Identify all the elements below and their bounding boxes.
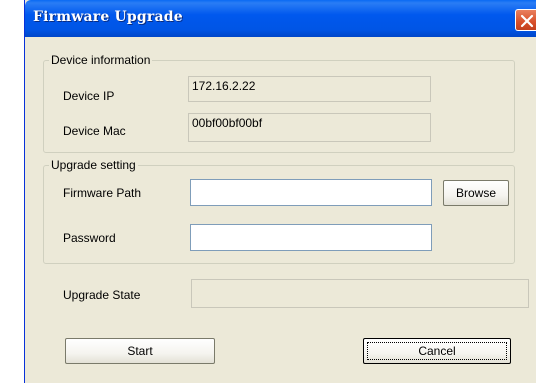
title-bar[interactable]: Firmware Upgrade <box>25 0 536 37</box>
firmware-path-input[interactable] <box>190 179 432 206</box>
device-ip-field: 172.16.2.22 <box>188 76 431 102</box>
start-button[interactable]: Start <box>65 338 215 364</box>
password-input[interactable] <box>190 224 432 251</box>
device-ip-label: Device IP <box>63 89 115 103</box>
close-button[interactable] <box>515 9 536 31</box>
browse-button[interactable]: Browse <box>443 180 509 206</box>
firmware-upgrade-dialog: Firmware Upgrade Device information Devi… <box>24 0 536 383</box>
cancel-button-label: Cancel <box>418 344 456 358</box>
upgrade-state-label: Upgrade State <box>63 288 141 302</box>
upgrade-state-field <box>191 279 529 308</box>
close-icon <box>520 14 534 28</box>
cancel-button[interactable]: Cancel <box>363 338 511 364</box>
device-mac-label: Device Mac <box>63 124 126 138</box>
start-button-label: Start <box>127 344 153 358</box>
device-information-group-title: Device information <box>49 53 153 67</box>
browse-button-label: Browse <box>455 186 496 200</box>
window-title: Firmware Upgrade <box>33 9 183 25</box>
firmware-path-label: Firmware Path <box>63 186 142 200</box>
upgrade-setting-group-title: Upgrade setting <box>49 158 138 172</box>
device-mac-field: 00bf00bf00bf <box>188 113 431 142</box>
password-label: Password <box>63 231 116 245</box>
